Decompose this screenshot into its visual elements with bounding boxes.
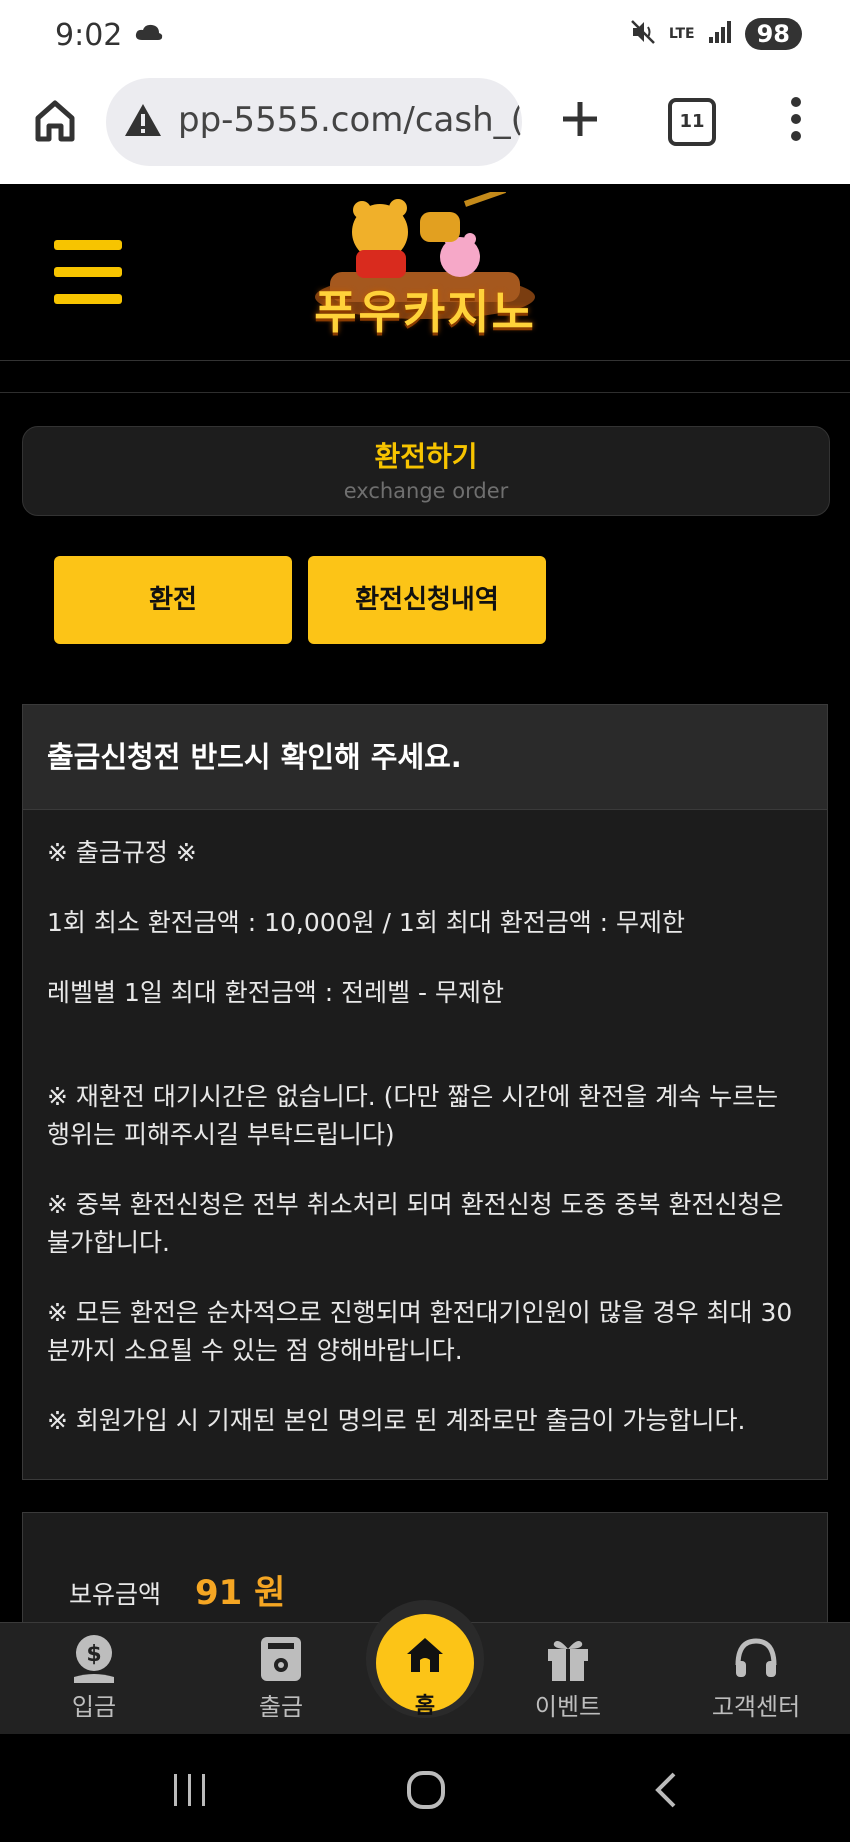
- house-icon: [403, 1632, 447, 1680]
- rule-duplicate: ※ 중복 환전신청은 전부 취소처리 되며 환전신청 도중 중복 환전신청은 불…: [47, 1190, 784, 1257]
- rule-wait-time: ※ 재환전 대기시간은 없습니다. (다만 짧은 시간에 환전을 계속 누르는 …: [47, 1082, 779, 1149]
- cloud-icon: [134, 22, 164, 46]
- page-title: 환전하기: [374, 440, 478, 473]
- svg-text:$: $: [86, 1642, 101, 1667]
- logo-text: 푸우카지노: [314, 285, 536, 339]
- new-tab-icon[interactable]: [555, 94, 605, 144]
- nav-deposit[interactable]: $ 입금: [24, 1631, 164, 1722]
- site-logo[interactable]: 푸우카지노: [300, 192, 550, 352]
- rules-title: ※ 출금규정 ※: [47, 838, 197, 867]
- battery-level: 98: [744, 18, 802, 50]
- address-bar[interactable]: pp-5555.com/cash_(: [106, 78, 522, 166]
- nav-event[interactable]: 이벤트: [498, 1631, 638, 1722]
- dollar-coin-icon: $: [24, 1631, 164, 1687]
- nav-home-label: 홈: [414, 1694, 436, 1719]
- nav-event-label: 이벤트: [534, 1693, 602, 1721]
- nav-deposit-label: 입금: [71, 1693, 117, 1721]
- browser-toolbar: pp-5555.com/cash_( 11: [0, 72, 850, 184]
- status-time: 9:02: [55, 18, 123, 53]
- browser-home-icon[interactable]: [28, 94, 82, 148]
- rule-own-account: ※ 회원가입 시 기재된 본인 명의로 된 계좌로만 출금이 가능합니다.: [47, 1406, 746, 1435]
- more-menu-icon[interactable]: [786, 94, 806, 144]
- nav-withdraw-label: 출금: [258, 1693, 304, 1721]
- headset-icon: [686, 1631, 826, 1687]
- divider: [0, 392, 850, 393]
- status-bar: 9:02 LTE 98: [0, 0, 850, 72]
- back-icon[interactable]: [650, 1770, 680, 1814]
- system-navigation-bar: [0, 1734, 850, 1842]
- network-type: LTE: [668, 26, 695, 42]
- exchange-history-button[interactable]: 환전신청내역: [308, 556, 546, 644]
- nav-support[interactable]: 고객센터: [686, 1631, 826, 1722]
- balance-label: 보유금액: [69, 1580, 162, 1609]
- site-header: 푸우카지노: [0, 184, 850, 361]
- atm-icon: [211, 1631, 351, 1687]
- nav-support-label: 고객센터: [711, 1693, 801, 1721]
- hamburger-menu-icon[interactable]: [54, 240, 122, 304]
- warning-icon[interactable]: [124, 102, 162, 142]
- exchange-button[interactable]: 환전: [54, 556, 292, 644]
- url-text[interactable]: pp-5555.com/cash_(: [178, 100, 522, 140]
- nav-withdraw[interactable]: 출금: [211, 1631, 351, 1722]
- recent-apps-icon[interactable]: [170, 1772, 210, 1812]
- rule-processing-order: ※ 모든 환전은 순차적으로 진행되며 환전대기인원이 많을 경우 최대 30분…: [47, 1298, 793, 1365]
- signal-icon: [707, 19, 733, 49]
- home-circle-icon[interactable]: [406, 1770, 446, 1814]
- balance-value: 91 원: [195, 1573, 286, 1613]
- nav-home[interactable]: 홈: [376, 1614, 474, 1719]
- mute-icon: [629, 18, 657, 50]
- gift-icon: [498, 1631, 638, 1687]
- rule-daily-limit: 레벨별 1일 최대 환전금액 : 전레벨 - 무제한: [47, 978, 504, 1007]
- rule-min-max: 1회 최소 환전금액 : 10,000원 / 1회 최대 환전금액 : 무제한: [47, 908, 686, 937]
- tab-switcher-button[interactable]: 11: [668, 98, 716, 146]
- withdrawal-notice-panel: 출금신청전 반드시 확인해 주세요. ※ 출금규정 ※ 1회 최소 환전금액 :…: [22, 704, 828, 1480]
- page-subtitle: exchange order: [343, 479, 509, 503]
- notice-body: ※ 출금규정 ※ 1회 최소 환전금액 : 10,000원 / 1회 최대 환전…: [23, 810, 827, 1440]
- notice-heading: 출금신청전 반드시 확인해 주세요.: [23, 705, 827, 810]
- page-title-box: 환전하기 exchange order: [22, 426, 830, 516]
